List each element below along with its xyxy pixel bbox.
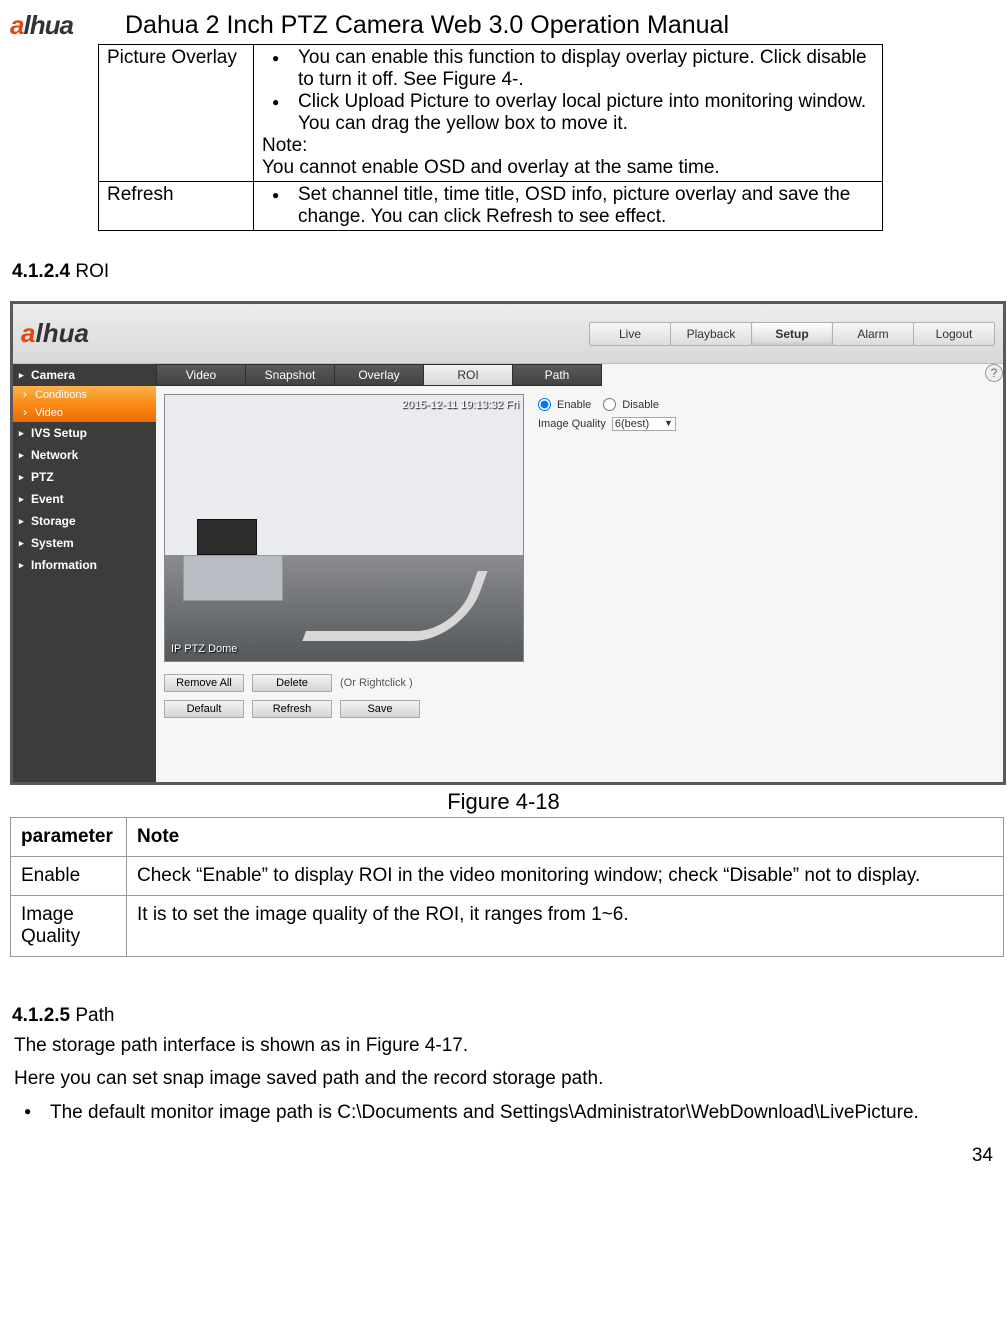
- enable-radio[interactable]: [538, 398, 551, 411]
- body-paragraph: The storage path interface is shown as i…: [14, 1031, 993, 1060]
- nav-playback[interactable]: Playback: [670, 322, 752, 346]
- tab-path[interactable]: Path: [512, 364, 602, 386]
- tab-overlay[interactable]: Overlay: [334, 364, 424, 386]
- sidebar: Camera Conditions Video IVS Setup Networ…: [13, 364, 156, 782]
- param-header: parameter: [11, 818, 127, 857]
- note-header: Note: [127, 818, 1004, 857]
- top-nav: Live Playback Setup Alarm Logout: [590, 322, 995, 346]
- logo-accent: a: [10, 10, 23, 40]
- roi-controls: Enable Disable Image Quality 6(best) ▼: [538, 394, 676, 662]
- sidebar-item-camera[interactable]: Camera: [13, 364, 156, 386]
- param-cell: Enable: [11, 857, 127, 896]
- tab-snapshot[interactable]: Snapshot: [245, 364, 335, 386]
- section-title: Path: [70, 1005, 114, 1026]
- help-icon[interactable]: ?: [985, 364, 1003, 382]
- video-preview[interactable]: 2015-12-11 19:13:32 Fri IP PTZ Dome: [164, 394, 524, 662]
- quality-value: 6(best): [615, 418, 649, 430]
- save-button[interactable]: Save: [340, 700, 420, 718]
- nav-live[interactable]: Live: [589, 322, 671, 346]
- nav-setup[interactable]: Setup: [751, 322, 833, 346]
- app-header: alhua Live Playback Setup Alarm Logout: [13, 304, 1003, 364]
- sidebar-item-event[interactable]: Event: [13, 488, 156, 510]
- param-cell: Image Quality: [11, 896, 127, 957]
- video-timestamp: 2015-12-11 19:13:32 Fri: [402, 399, 519, 411]
- tab-video[interactable]: Video: [156, 364, 246, 386]
- note-cell: It is to set the image quality of the RO…: [127, 896, 1004, 957]
- section-heading-roi: 4.1.2.4 ROI: [12, 261, 997, 283]
- disable-label: Disable: [622, 399, 659, 411]
- sidebar-item-ivs[interactable]: IVS Setup: [13, 422, 156, 444]
- sidebar-item-ptz[interactable]: PTZ: [13, 466, 156, 488]
- figure-caption: Figure 4-18: [10, 789, 997, 815]
- section-title: ROI: [70, 261, 109, 282]
- document-title: Dahua 2 Inch PTZ Camera Web 3.0 Operatio…: [125, 11, 729, 40]
- def-desc: Set channel title, time title, OSD info,…: [254, 182, 883, 231]
- def-label: Picture Overlay: [99, 45, 254, 182]
- parameter-table: parameter Note Enable Check “Enable” to …: [10, 817, 1004, 957]
- enable-label: Enable: [557, 399, 591, 411]
- list-item: Set channel title, time title, OSD info,…: [268, 184, 874, 228]
- section-number: 4.1.2.5: [12, 1005, 70, 1026]
- document-header: alhua Dahua 2 Inch PTZ Camera Web 3.0 Op…: [10, 10, 997, 40]
- section-heading-path: 4.1.2.5 Path: [12, 1005, 997, 1027]
- body-paragraph: Here you can set snap image saved path a…: [14, 1064, 993, 1093]
- sidebar-sub-conditions[interactable]: Conditions: [13, 386, 156, 404]
- tab-bar: Video Snapshot Overlay ROI Path: [156, 364, 1003, 386]
- image-quality-select[interactable]: 6(best) ▼: [612, 417, 676, 431]
- chevron-down-icon: ▼: [664, 418, 673, 428]
- def-desc: You can enable this function to display …: [254, 45, 883, 182]
- main-panel: ? Video Snapshot Overlay ROI Path 2015-1…: [156, 364, 1003, 782]
- image-quality-label: Image Quality: [538, 418, 606, 430]
- section-number: 4.1.2.4: [12, 261, 70, 282]
- sidebar-sub-video[interactable]: Video: [13, 404, 156, 422]
- sidebar-item-information[interactable]: Information: [13, 554, 156, 576]
- note-label: Note:: [262, 135, 874, 157]
- video-channel-label: IP PTZ Dome: [171, 643, 237, 655]
- delete-button[interactable]: Delete: [252, 674, 332, 692]
- nav-logout[interactable]: Logout: [913, 322, 995, 346]
- note-text: You cannot enable OSD and overlay at the…: [262, 157, 874, 179]
- embedded-screenshot: alhua Live Playback Setup Alarm Logout C…: [10, 301, 1006, 785]
- nav-alarm[interactable]: Alarm: [832, 322, 914, 346]
- app-logo: alhua: [21, 318, 89, 349]
- tab-roi[interactable]: ROI: [423, 364, 513, 386]
- sidebar-item-system[interactable]: System: [13, 532, 156, 554]
- list-item: Click Upload Picture to overlay local pi…: [268, 91, 874, 135]
- sidebar-item-storage[interactable]: Storage: [13, 510, 156, 532]
- default-button[interactable]: Default: [164, 700, 244, 718]
- rightclick-hint: (Or Rightclick ): [340, 677, 413, 689]
- list-item: You can enable this function to display …: [268, 47, 874, 91]
- remove-all-button[interactable]: Remove All: [164, 674, 244, 692]
- definition-table-overlay: Picture Overlay You can enable this func…: [98, 44, 883, 231]
- logo-rest: lhua: [23, 10, 72, 40]
- note-cell: Check “Enable” to display ROI in the vid…: [127, 857, 1004, 896]
- list-item: The default monitor image path is C:\Doc…: [16, 1098, 997, 1127]
- sidebar-item-network[interactable]: Network: [13, 444, 156, 466]
- def-label: Refresh: [99, 182, 254, 231]
- disable-radio[interactable]: [603, 398, 616, 411]
- page-number: 34: [10, 1145, 997, 1167]
- dahua-logo: alhua: [10, 10, 105, 40]
- refresh-button[interactable]: Refresh: [252, 700, 332, 718]
